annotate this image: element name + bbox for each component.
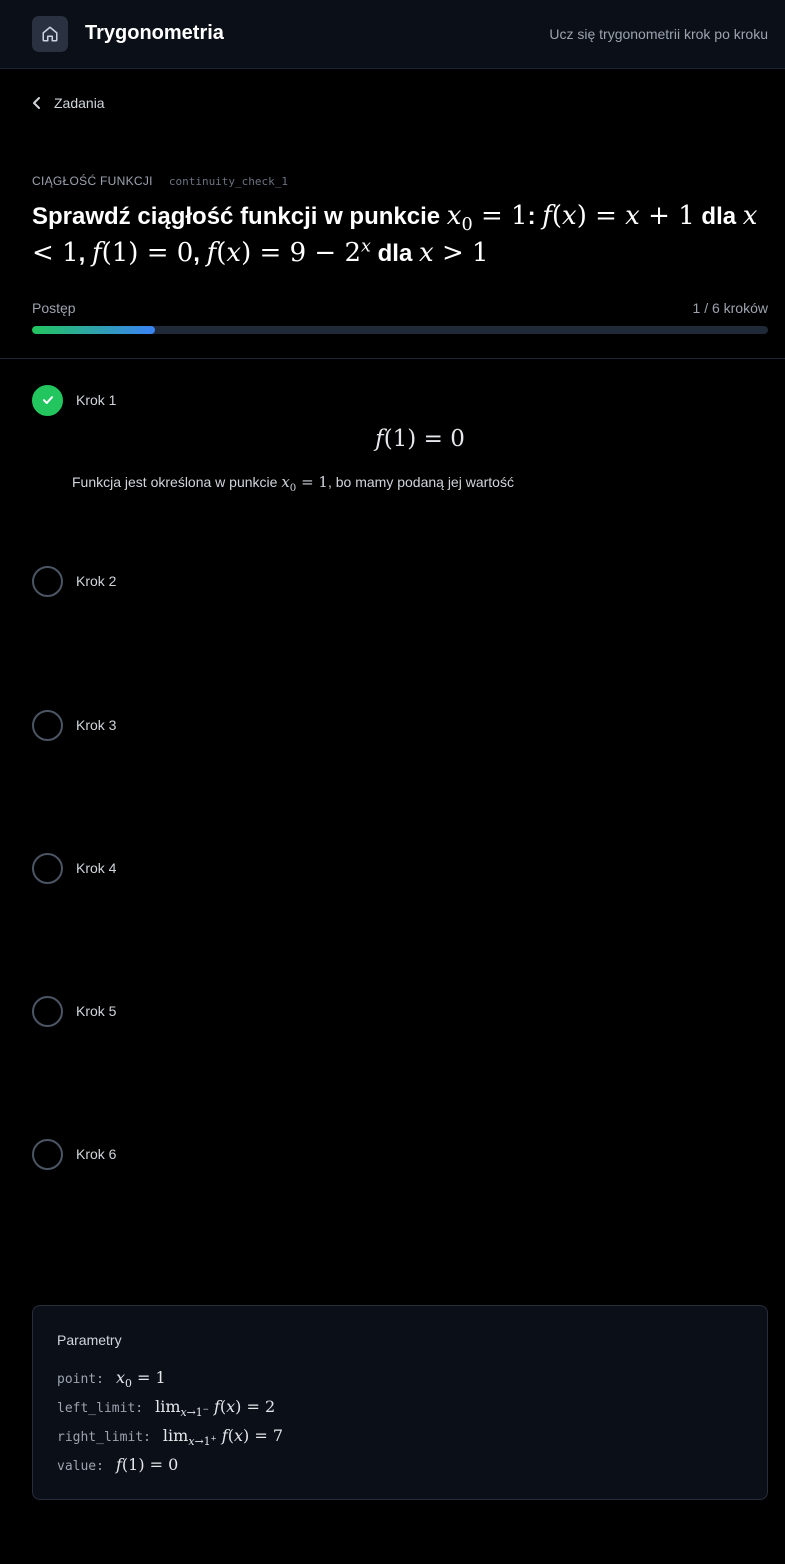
step-5-label: Krok 5 (76, 1003, 117, 1019)
param-value: limx→1+ f(x) = 7 (162, 1426, 284, 1449)
check-icon (42, 396, 53, 404)
param-key: left_limit: (57, 1401, 144, 1416)
step-6-label: Krok 6 (76, 1146, 117, 1162)
app-tagline: Ucz się trygonometrii krok po kroku (549, 26, 768, 42)
step-1: Krok 1 f(1) = 0 Funkcja jest określona w… (32, 384, 768, 494)
step-3-header[interactable]: Krok 3 (32, 709, 768, 741)
progress-bar-fill (32, 326, 155, 334)
step-6-status (32, 1138, 63, 1170)
task-title-colon: : (527, 203, 536, 230)
task-title-math-right: f(x) = 9 − 2x (206, 236, 371, 268)
task-title-text: Sprawdź ciągłość funkcji w punkcie (32, 203, 441, 230)
step-1-status (32, 384, 63, 416)
home-button[interactable] (32, 16, 68, 52)
param-key: right_limit: (57, 1430, 151, 1445)
chevron-left-icon (33, 97, 40, 109)
step-5-status (32, 995, 63, 1027)
section-divider (0, 358, 785, 359)
step-4-status (32, 852, 63, 884)
task-title-comma-1: , (78, 240, 86, 267)
param-key: point: (57, 1372, 104, 1387)
param-row-right-limit: right_limit: limx→1+ f(x) = 7 (57, 1426, 284, 1449)
task-title-math-value: f(1) = 0 (91, 238, 194, 268)
step-5: Krok 5 (32, 995, 768, 1027)
step-4: Krok 4 (32, 852, 768, 884)
back-to-tasks-link[interactable]: Zadania (32, 93, 105, 113)
step-1-desc-math: x0 = 1 (281, 473, 328, 494)
task-title-dla-1: dla (701, 203, 737, 230)
task-category: CIĄGŁOŚĆ FUNKCJI (32, 174, 153, 188)
parameters-panel: Parametry point: x0 = 1 left_limit: limx… (32, 1305, 768, 1500)
task-title-math-left: f(x) = x + 1 (542, 201, 695, 231)
step-4-label: Krok 4 (76, 860, 117, 876)
step-1-description: Funkcja jest określona w punkcie x0 = 1,… (72, 473, 514, 494)
task-id: continuity_check_1 (168, 175, 289, 188)
step-4-header[interactable]: Krok 4 (32, 852, 768, 884)
param-value: limx→1− f(x) = 2 (155, 1397, 276, 1420)
step-1-formula: f(1) = 0 (375, 426, 465, 452)
progress-label: Postęp (32, 300, 76, 316)
step-5-header[interactable]: Krok 5 (32, 995, 768, 1027)
step-6: Krok 6 (32, 1138, 768, 1170)
step-3-label: Krok 3 (76, 717, 117, 733)
step-3: Krok 3 (32, 709, 768, 741)
param-row-left-limit: left_limit: limx→1− f(x) = 2 (57, 1397, 276, 1420)
step-1-desc-text: Funkcja jest określona w punkcie (72, 474, 278, 490)
progress-bar (32, 326, 768, 334)
step-2-label: Krok 2 (76, 573, 117, 589)
task-title-math-point: x0 = 1 (446, 201, 528, 236)
param-key: value: (57, 1459, 104, 1474)
step-6-header[interactable]: Krok 6 (32, 1138, 768, 1170)
parameters-title: Parametry (57, 1332, 122, 1348)
step-2-status (32, 565, 63, 597)
param-value: x0 = 1 (115, 1368, 166, 1391)
param-value: f(1) = 0 (115, 1455, 179, 1474)
back-link-label: Zadania (54, 95, 105, 111)
progress-count: 1 / 6 kroków (692, 300, 768, 316)
task-title-math-right-cond: x > 1 (419, 238, 489, 268)
step-3-status (32, 709, 63, 741)
task-title-dla-2: dla (377, 240, 413, 267)
param-row-value: value: f(1) = 0 (57, 1455, 178, 1474)
app-header: Trygonometria Ucz się trygonometrii krok… (0, 0, 785, 69)
param-row-point: point: x0 = 1 (57, 1368, 166, 1391)
step-1-label: Krok 1 (76, 392, 117, 408)
task-meta: CIĄGŁOŚĆ FUNKCJI continuity_check_1 (32, 174, 288, 188)
task-title-comma-2: , (193, 240, 200, 267)
step-1-desc-text-after: , bo mamy podaną jej wartość (327, 474, 514, 490)
step-1-header[interactable]: Krok 1 (32, 384, 768, 416)
home-icon (42, 26, 58, 42)
step-2-header[interactable]: Krok 2 (32, 565, 768, 597)
step-2: Krok 2 (32, 565, 768, 597)
app-title: Trygonometria (85, 22, 224, 44)
task-title: Sprawdź ciągłość funkcji w punkcie x0 = … (32, 198, 767, 272)
